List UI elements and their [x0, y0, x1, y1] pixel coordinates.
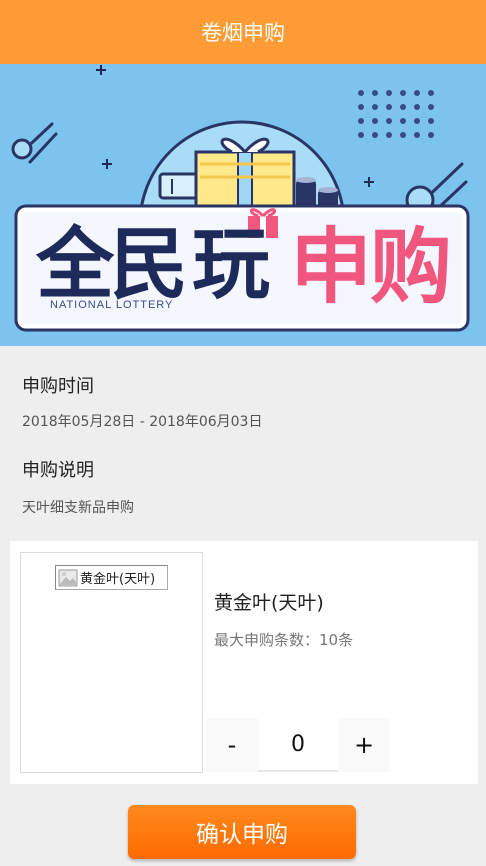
quantity-field[interactable]: 0 [258, 718, 338, 772]
time-value: 2018年05月28日 - 2018年06月03日 [22, 414, 263, 430]
banner-title-mid: 玩 [192, 220, 271, 310]
banner-subtitle: NATIONAL LOTTERY [50, 299, 174, 311]
banner-title-left: 全民 [36, 220, 188, 310]
broken-image-placeholder: 黄金叶(天叶) [55, 565, 168, 590]
product-name: 黄金叶(天叶) [214, 592, 324, 614]
increment-button[interactable]: + [338, 718, 390, 772]
quantity-stepper: - 0 + [206, 718, 390, 772]
banner-title-right: 申购 [290, 220, 452, 315]
decrement-button[interactable]: - [206, 718, 258, 772]
page-title: 卷烟申购 [201, 21, 285, 45]
product-card: 黄金叶(天叶) 黄金叶(天叶) 最大申购条数：10条 - 0 + [10, 541, 478, 784]
dot-grid [358, 90, 434, 138]
image-alt-text: 黄金叶(天叶) [80, 572, 156, 587]
product-image[interactable]: 黄金叶(天叶) [20, 552, 203, 773]
description-value: 天叶细支新品申购 [22, 500, 134, 516]
time-label: 申购时间 [22, 376, 94, 397]
purchase-limit: 最大申购条数：10条 [214, 631, 354, 649]
confirm-purchase-button[interactable]: 确认申购 [128, 805, 356, 859]
ticket-icon [158, 172, 202, 200]
promo-banner[interactable]: 全民 玩 申购 NATIONAL LOTTERY [0, 64, 486, 346]
broken-image-icon [58, 569, 78, 586]
app-header: 卷烟申购 [0, 0, 486, 64]
description-label: 申购说明 [22, 460, 94, 481]
